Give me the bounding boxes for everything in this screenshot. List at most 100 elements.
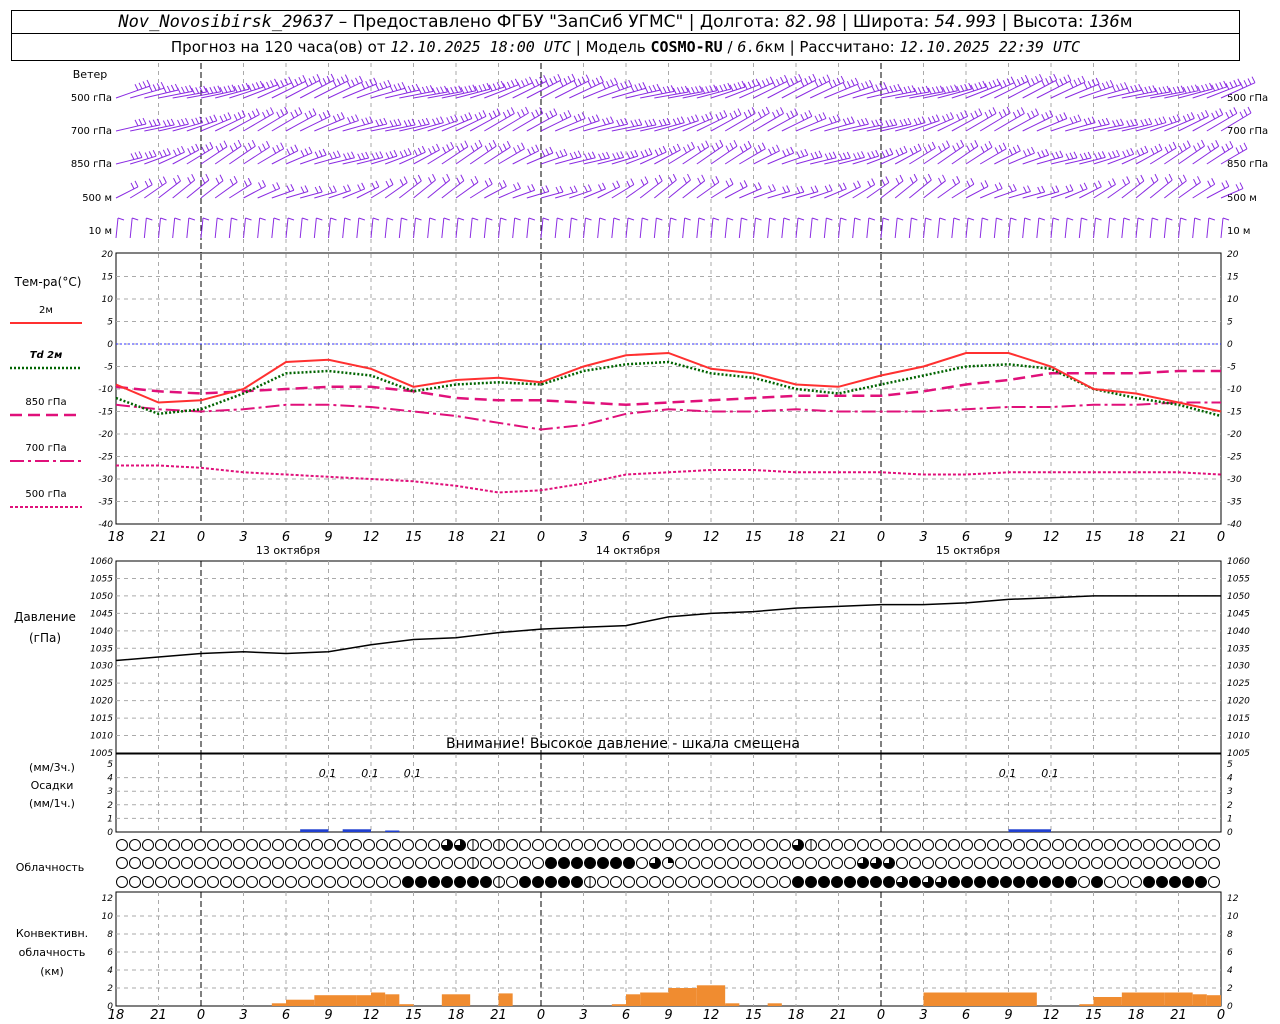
wind-barb-flag (992, 107, 997, 114)
wind-barb-flag (318, 80, 323, 87)
cloud-symbol (519, 857, 531, 869)
wind-barb-flag (117, 217, 125, 221)
cloud-symbol-ring (155, 839, 167, 851)
wind-barb-shaft (512, 112, 543, 132)
wind-barb-flag (585, 74, 590, 81)
wind-barb-shaft (214, 217, 218, 239)
cloud-symbol-ring (740, 857, 752, 869)
wind-barb-flag (559, 113, 564, 121)
wind-barb-flag (1126, 149, 1131, 156)
wind-barb-flag (854, 217, 861, 221)
wind-barb-flag (1207, 145, 1212, 152)
wind-barb-flag (1150, 177, 1155, 184)
wind-barb-flag (644, 120, 649, 127)
cloud-symbol-ring (220, 839, 232, 851)
wind-barb-flag (510, 80, 515, 87)
wind-barb-shaft (285, 217, 289, 239)
wind-barb-flag (446, 173, 451, 181)
wind-barb-shaft (894, 217, 898, 239)
cloud-symbol (987, 839, 999, 851)
pressure-ytick-right: 1010 (1227, 732, 1250, 742)
wind-barb-flag (800, 114, 805, 121)
wind-barb-flag (195, 87, 200, 94)
cloud-symbol-ring (493, 857, 505, 869)
wind-barb-flag (347, 117, 351, 124)
cloud-symbol-ring (623, 876, 635, 888)
wind-barb-flag (233, 142, 238, 150)
wind-barb-flag (1126, 86, 1131, 94)
wind-level-label-right: 10 м (1227, 226, 1250, 237)
temp-xtick: 12 (363, 530, 380, 545)
wind-barb-flag (804, 78, 809, 85)
wind-barb-flag (436, 143, 440, 151)
wind-barb-shaft (1192, 217, 1196, 239)
cloud-symbol (701, 876, 713, 888)
wind-barb-flag (719, 139, 724, 147)
wind-barb-flag (1122, 179, 1127, 186)
wind-barb-flag (460, 115, 465, 123)
wind-barb-shaft (1163, 217, 1167, 239)
cloud-symbol (896, 876, 908, 888)
cloud-symbol-fill (818, 876, 830, 888)
wind-barb-flag (514, 217, 521, 221)
wind-barb-flag (233, 175, 238, 183)
cloud-symbol-ring (675, 839, 687, 851)
cloud-symbol-ring (1169, 857, 1181, 869)
wind-barb-shaft (1036, 118, 1068, 132)
wind-barb-flag (347, 152, 351, 159)
wind-barb (243, 217, 252, 239)
cloud-symbol-ring (363, 857, 375, 869)
wind-barb-flag (885, 176, 890, 183)
wind-barb (172, 217, 181, 239)
wind-barb-flag (624, 117, 629, 125)
cloud-symbol (779, 876, 791, 888)
cloud-symbol-ring (350, 857, 362, 869)
wind-barb-flag (935, 114, 940, 121)
wind-barb-flag (251, 139, 256, 147)
convective-bar (314, 995, 357, 1006)
wind-barb-flag (1051, 186, 1056, 194)
cloud-symbol-ring (402, 839, 414, 851)
wind-barb-flag (1101, 151, 1106, 158)
cloud-symbol (571, 857, 583, 869)
wind-barb-flag (984, 111, 989, 119)
wind-barb-flag (814, 115, 819, 123)
cloud-symbol-fill (909, 876, 921, 888)
precip-ytick-right: 5 (1227, 760, 1233, 770)
cloud-symbol-ring (1208, 876, 1220, 888)
cloud-symbol (961, 839, 973, 851)
cloud-symbol-ring (1000, 839, 1012, 851)
wind-barb (455, 217, 465, 239)
wind-barb-shaft (838, 156, 865, 165)
wind-barb (965, 140, 993, 165)
convective-ytick-left: 4 (107, 966, 113, 976)
wind-barb-flag (272, 183, 277, 191)
wind-barb-flag (1182, 115, 1187, 122)
wind-barb-flag (525, 106, 529, 114)
temp-ytick-left: -30 (98, 475, 113, 485)
cloud-symbol-ring (1039, 857, 1051, 869)
wind-barb-flag (628, 79, 633, 87)
wind-barb-flag (573, 80, 578, 88)
pressure-ytick-left: 1055 (90, 574, 113, 584)
wind-barb (243, 180, 266, 199)
convective-xtick: 3 (239, 1008, 247, 1023)
wind-barb-flag (383, 81, 388, 88)
wind-barb-shaft (455, 217, 459, 239)
cloud-symbol-ring (1091, 839, 1103, 851)
wind-barb-flag (776, 78, 780, 86)
cloud-symbol-fill (545, 857, 557, 869)
cloud-symbol-fill (571, 857, 583, 869)
cloud-symbol-ring (337, 839, 349, 851)
wind-barb-flag (425, 117, 430, 125)
wind-barb-flag (251, 83, 256, 90)
wind-barb-flag (389, 178, 394, 185)
cloud-symbol (1169, 876, 1181, 888)
wind-barb-shaft (554, 80, 590, 99)
wind-barb-shaft (314, 117, 345, 132)
wind-barb-flag (1081, 75, 1086, 83)
cloud-symbol-ring (727, 857, 739, 869)
wind-barb-flag (517, 182, 521, 189)
cloud-symbol (1195, 857, 1207, 869)
wind-barb-flag (828, 81, 833, 88)
